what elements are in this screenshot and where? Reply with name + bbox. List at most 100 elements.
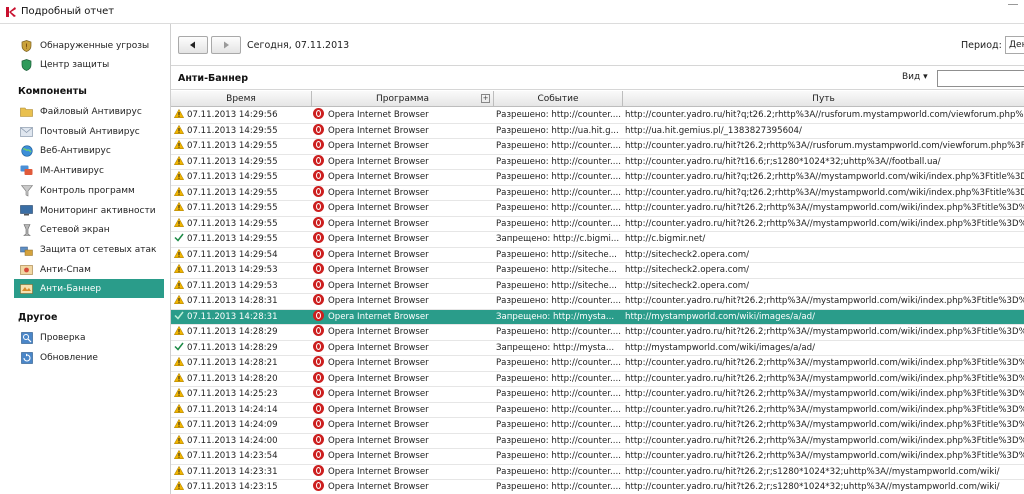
- program-text: Opera Internet Browser: [328, 420, 429, 430]
- view-menu-button[interactable]: Вид ▾: [902, 72, 928, 82]
- program-text: Opera Internet Browser: [328, 327, 429, 337]
- cell-time: 07.11.2013 14:29:55: [174, 124, 311, 139]
- sidebar-item-firewall[interactable]: Сетевой экран: [14, 220, 164, 239]
- column-header-event[interactable]: Событие: [494, 91, 623, 107]
- table-row[interactable]: 07.11.2013 14:29:55 Opera Internet Browse…: [171, 185, 1024, 201]
- table-row[interactable]: 07.11.2013 14:25:23 Opera Internet Browse…: [171, 387, 1024, 403]
- sidebar-item-web-antivirus[interactable]: Веб-Антивирус: [14, 141, 164, 160]
- table-row[interactable]: 07.11.2013 14:24:14 Opera Internet Browse…: [171, 402, 1024, 418]
- cell-program: Opera Internet Browser: [313, 433, 493, 449]
- filter-icon: [20, 184, 33, 197]
- table-row[interactable]: 07.11.2013 14:29:55 Opera Internet Browse…: [171, 232, 1024, 248]
- column-header-program[interactable]: Программа +: [312, 91, 494, 107]
- opera-icon: [313, 464, 324, 476]
- sidebar-item-threats[interactable]: ! Обнаруженные угрозы: [14, 36, 164, 55]
- table-row[interactable]: 07.11.2013 14:29:55 Opera Internet Browse…: [171, 154, 1024, 170]
- minimize-icon[interactable]: [1008, 4, 1018, 5]
- warning-icon: [174, 279, 184, 289]
- sidebar-item-file-antivirus[interactable]: Файловый Антивирус: [14, 102, 164, 121]
- cell-program: Opera Internet Browser: [313, 185, 493, 201]
- sidebar-item-im-antivirus[interactable]: IM-Антивирус: [14, 161, 164, 180]
- cell-path: http://sitecheck2.opera.com/: [625, 280, 749, 291]
- cell-event: Разрешено: http://counter....: [496, 203, 621, 213]
- table-row[interactable]: 07.11.2013 14:24:00 Opera Internet Browse…: [171, 433, 1024, 449]
- table-row[interactable]: 07.11.2013 14:29:55 Opera Internet Browse…: [171, 216, 1024, 232]
- cell-path: http://counter.yadro.ru/hit?t26.2;r;s128…: [625, 466, 1000, 477]
- cell-event: Разрешено: http://counter....: [496, 110, 621, 120]
- time-text: 07.11.2013 14:28:29: [187, 327, 278, 337]
- table-row[interactable]: 07.11.2013 14:29:55 Opera Internet Browse…: [171, 139, 1024, 155]
- table-row[interactable]: 07.11.2013 14:28:20 Opera Internet Browse…: [171, 371, 1024, 387]
- time-text: 07.11.2013 14:28:29: [187, 342, 278, 353]
- table-row[interactable]: 07.11.2013 14:29:53 Opera Internet Browse…: [171, 263, 1024, 279]
- chat-icon: [20, 165, 33, 177]
- time-text: 07.11.2013 14:29:56: [187, 110, 278, 120]
- opera-icon: [313, 201, 324, 212]
- cell-path: http://ua.hit.gemius.pl/_1383827395604/: [625, 125, 802, 136]
- table-row[interactable]: 07.11.2013 14:28:31 Opera Internet Browse…: [171, 309, 1024, 325]
- expand-column-button[interactable]: +: [481, 94, 490, 103]
- cell-program: Opera Internet Browser: [313, 325, 493, 340]
- sidebar-item-mail-antivirus[interactable]: Почтовый Антивирус: [14, 122, 164, 141]
- program-text: Opera Internet Browser: [328, 389, 429, 399]
- opera-icon: [313, 185, 324, 197]
- sidebar-item-app-control[interactable]: Контроль программ: [14, 181, 164, 200]
- cell-event: Разрешено: http://siteche...: [496, 249, 617, 260]
- table-row[interactable]: 07.11.2013 14:29:56 Opera Internet Browse…: [171, 108, 1024, 124]
- cell-time: 07.11.2013 14:23:31: [174, 465, 311, 480]
- cell-event: Разрешено: http://counter....: [496, 482, 621, 492]
- cell-program: Opera Internet Browser: [313, 154, 493, 170]
- time-text: 07.11.2013 14:23:15: [187, 482, 278, 492]
- program-text: Opera Internet Browser: [328, 249, 429, 260]
- table-row[interactable]: 07.11.2013 14:28:31 Opera Internet Browse…: [171, 294, 1024, 310]
- table-row[interactable]: 07.11.2013 14:28:21 Opera Internet Browse…: [171, 356, 1024, 372]
- period-select[interactable]: День: [1005, 36, 1024, 54]
- opera-icon: [313, 418, 324, 429]
- table-row[interactable]: 07.11.2013 14:29:55 Opera Internet Browse…: [171, 123, 1024, 139]
- cell-time: 07.11.2013 14:23:15: [174, 480, 311, 494]
- time-text: 07.11.2013 14:29:54: [187, 249, 278, 260]
- warning-icon: [174, 109, 184, 118]
- table-row[interactable]: 07.11.2013 14:28:29 Opera Internet Browse…: [171, 340, 1024, 356]
- back-button[interactable]: [178, 36, 208, 54]
- search-input[interactable]: [937, 70, 1024, 87]
- cell-time: 07.11.2013 14:28:29: [174, 325, 311, 340]
- sidebar-item-scan[interactable]: Проверка: [14, 328, 164, 347]
- monitor-icon: [20, 205, 33, 217]
- firewall-icon: [20, 223, 33, 236]
- column-header-path[interactable]: Путь: [623, 91, 1024, 107]
- table-row[interactable]: 07.11.2013 14:29:55 Opera Internet Browse…: [171, 201, 1024, 217]
- table-row[interactable]: 07.11.2013 14:29:53 Opera Internet Browse…: [171, 278, 1024, 294]
- program-text: Opera Internet Browser: [328, 451, 429, 461]
- cell-event: Разрешено: http://counter....: [496, 404, 621, 415]
- sidebar-item-network-attack[interactable]: Защита от сетевых атак: [14, 240, 164, 259]
- antispam-icon: [20, 264, 33, 276]
- sidebar-item-antibanner[interactable]: Анти-Баннер: [14, 279, 164, 298]
- table-row[interactable]: 07.11.2013 14:23:54 Opera Internet Browse…: [171, 449, 1024, 465]
- cell-path: http://counter.yadro.ru/hit?t16.6;r;s128…: [625, 156, 941, 167]
- sidebar-item-antispam[interactable]: Анти-Спам: [14, 260, 164, 279]
- opera-icon: [313, 170, 324, 181]
- opera-icon: [313, 371, 324, 383]
- sidebar-item-update[interactable]: Обновление: [14, 348, 164, 367]
- table-row[interactable]: 07.11.2013 14:23:15 Opera Internet Browse…: [171, 480, 1024, 494]
- banner-icon: [20, 283, 33, 295]
- table-row[interactable]: 07.11.2013 14:29:55 Opera Internet Browse…: [171, 170, 1024, 186]
- table-row[interactable]: 07.11.2013 14:29:54 Opera Internet Browse…: [171, 247, 1024, 263]
- scan-icon: [20, 331, 33, 344]
- column-header-time[interactable]: Время: [171, 91, 312, 107]
- program-text: Opera Internet Browser: [328, 125, 429, 136]
- opera-icon: [313, 154, 324, 166]
- forward-button[interactable]: [211, 36, 241, 54]
- cell-path: http://counter.yadro.ru/hit?t26.2;rhttp%…: [625, 141, 1024, 151]
- opera-icon: [313, 387, 324, 398]
- table-row[interactable]: 07.11.2013 14:28:29 Opera Internet Browse…: [171, 325, 1024, 341]
- sidebar-item-protection-center[interactable]: Центр защиты: [14, 55, 164, 74]
- sidebar-item-activity-monitor[interactable]: Мониторинг активности: [14, 201, 164, 220]
- table-row[interactable]: 07.11.2013 14:24:09 Opera Internet Browse…: [171, 418, 1024, 434]
- program-text: Opera Internet Browser: [328, 218, 429, 229]
- cell-path: http://counter.yadro.ru/hit?t26.2;r;s128…: [625, 482, 1000, 492]
- table-row[interactable]: 07.11.2013 14:23:31 Opera Internet Browse…: [171, 464, 1024, 480]
- cell-program: Opera Internet Browser: [313, 201, 493, 216]
- opera-icon: [313, 402, 324, 414]
